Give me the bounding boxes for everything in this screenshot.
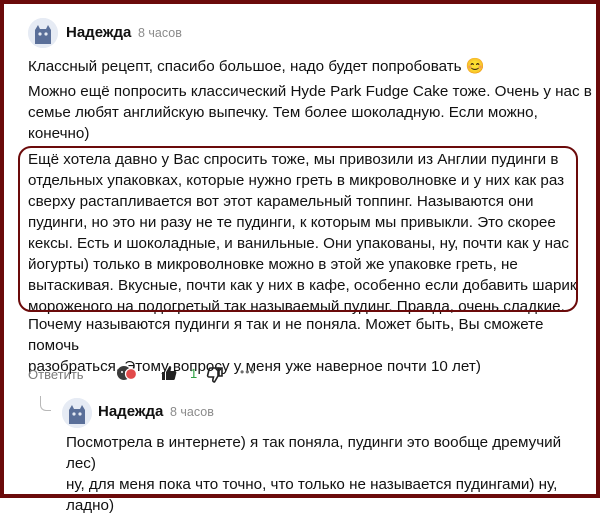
- reply-time: 8 часов: [170, 405, 214, 419]
- reply-button[interactable]: Ответить: [28, 367, 84, 382]
- thread-connector: [40, 396, 51, 411]
- comment-paragraph-2: Можно ещё попросить классический Hyde Pa…: [28, 83, 592, 142]
- comment-author[interactable]: Надежда: [66, 24, 131, 41]
- comment-paragraph-4: Почему называются пудинги я так и не пон…: [28, 316, 544, 375]
- comment-paragraph-1: Классный рецепт, спасибо большое, надо б…: [28, 58, 485, 75]
- more-options-icon[interactable]: •••: [240, 365, 256, 379]
- avatar[interactable]: [28, 18, 58, 48]
- reactions-icon[interactable]: [116, 364, 138, 387]
- like-count: 1: [190, 366, 198, 381]
- like-icon[interactable]: [160, 364, 178, 387]
- reply-avatar[interactable]: [62, 398, 92, 428]
- highlight-outline: [18, 146, 578, 312]
- reply-text: Посмотрела в интернете) я так поняла, пу…: [66, 434, 562, 514]
- comment-time: 8 часов: [138, 26, 182, 40]
- reply-author[interactable]: Надежда: [98, 403, 163, 420]
- dislike-icon[interactable]: [206, 366, 224, 389]
